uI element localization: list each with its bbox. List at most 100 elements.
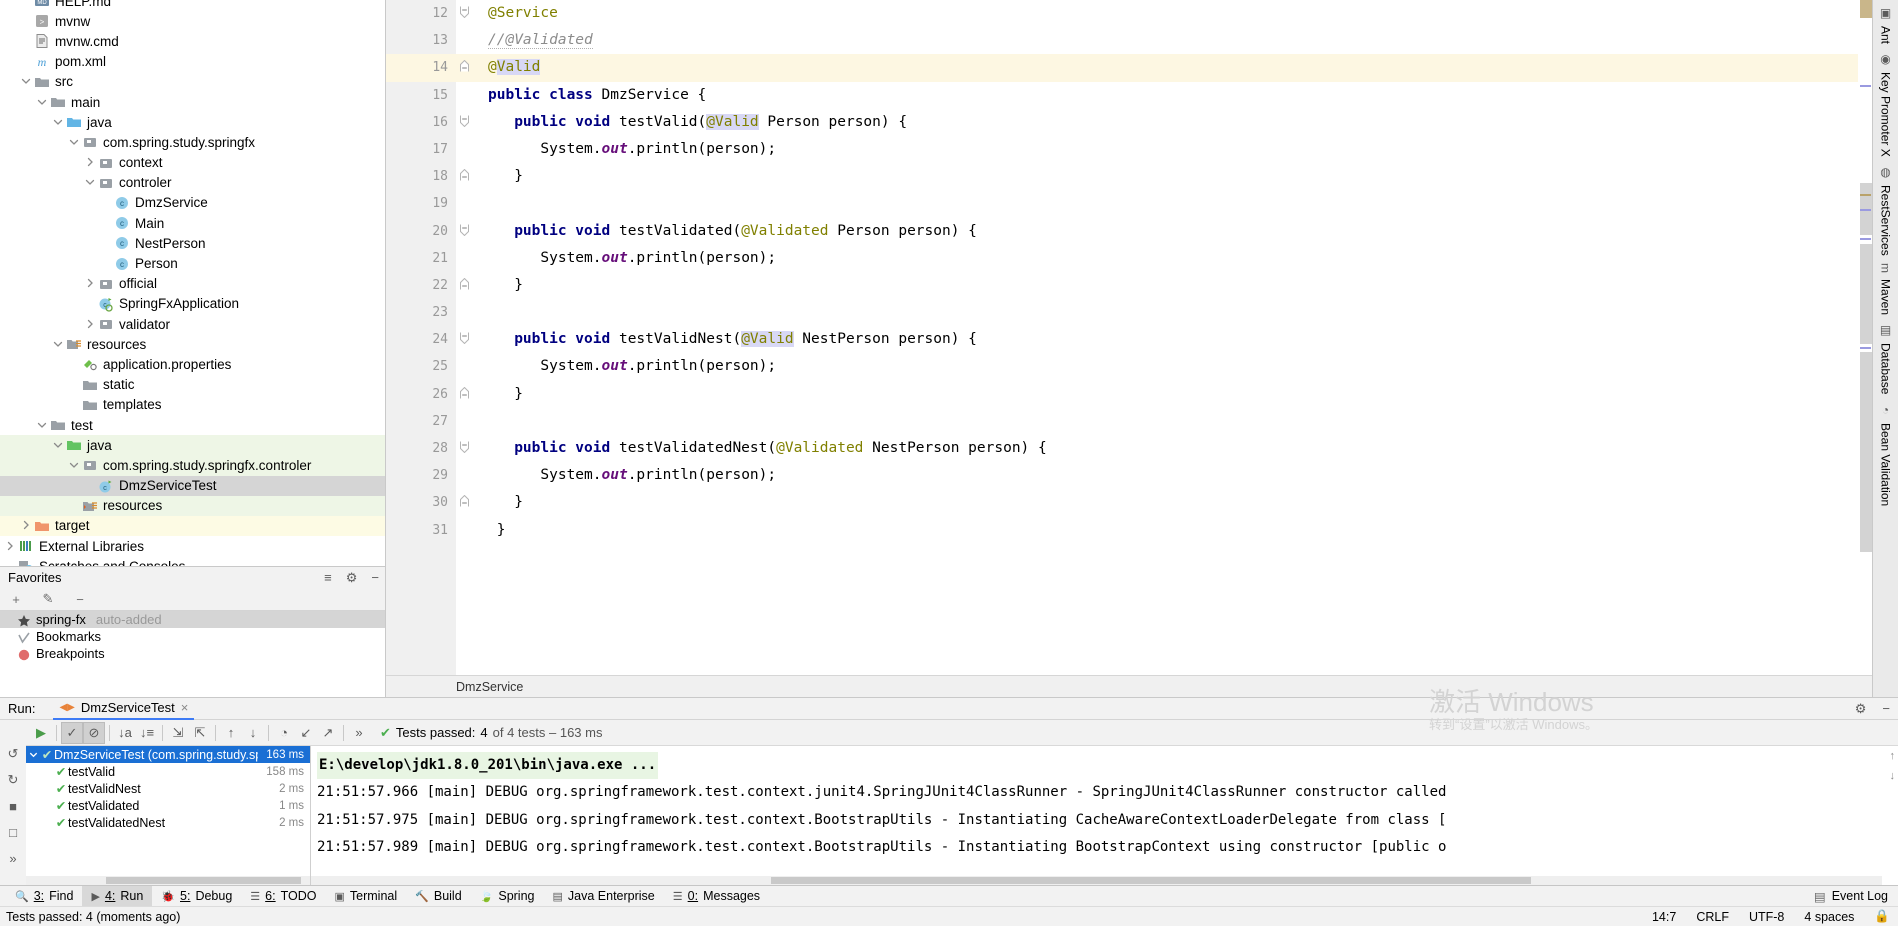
chevron-right-icon[interactable] bbox=[20, 519, 33, 532]
editor-line-number[interactable]: 23 bbox=[386, 299, 456, 326]
bottom-tab-messages[interactable]: ☰ 0: Messages bbox=[664, 886, 769, 907]
editor-code-line[interactable]: public void testValidated(@Validated Per… bbox=[476, 218, 1858, 245]
fold-cell[interactable] bbox=[456, 517, 476, 544]
project-tree-item[interactable]: main bbox=[0, 92, 385, 112]
project-tree-item[interactable]: MD HELP.md bbox=[0, 0, 385, 11]
scroll-up-icon[interactable]: ↑ bbox=[1890, 750, 1896, 762]
project-tree-item[interactable]: validator bbox=[0, 314, 385, 334]
test-tree-row[interactable]: ✔ testValidNest 2 ms bbox=[26, 780, 310, 797]
indent-setting[interactable]: 4 spaces bbox=[1804, 910, 1854, 924]
chevron-right-icon[interactable] bbox=[84, 277, 97, 290]
history-button[interactable]: ◔ bbox=[273, 722, 295, 744]
fold-cell[interactable] bbox=[456, 245, 476, 272]
fold-cell[interactable] bbox=[456, 54, 476, 82]
next-failed-button[interactable]: ↓ bbox=[242, 722, 264, 744]
run-side-toolbar[interactable]: ↺ ↻ ■ □ » bbox=[0, 720, 26, 885]
editor-code-line[interactable]: @Valid bbox=[476, 54, 1858, 82]
chevron-down-icon[interactable] bbox=[52, 338, 65, 351]
marker-stripe[interactable] bbox=[1860, 194, 1871, 196]
right-rail-database[interactable]: ▤ Database bbox=[1879, 319, 1893, 398]
fold-cell[interactable] bbox=[456, 163, 476, 190]
fold-cell[interactable] bbox=[456, 82, 476, 109]
expand-panel-icon[interactable]: » bbox=[5, 850, 21, 866]
editor-folding-column[interactable] bbox=[456, 0, 476, 675]
project-tree-item[interactable]: templates bbox=[0, 395, 385, 415]
expand-all-button[interactable]: ⇲ bbox=[167, 722, 189, 744]
fold-marker-icon[interactable] bbox=[459, 115, 470, 127]
scrollbar-thumb-top[interactable] bbox=[1860, 0, 1872, 18]
show-passed-toggle[interactable]: ✓ bbox=[61, 721, 83, 744]
test-tree-row[interactable]: ✔DmzServiceTest (com.spring.study.spring… bbox=[26, 746, 310, 763]
bottom-tab-debug[interactable]: 🐞 5: Debug bbox=[152, 886, 241, 907]
settings-gear-icon[interactable]: ⚙ bbox=[1855, 701, 1867, 717]
project-tree-item[interactable]: test bbox=[0, 415, 385, 435]
fold-cell[interactable] bbox=[456, 435, 476, 462]
chevron-down-icon[interactable] bbox=[36, 419, 49, 432]
fold-cell[interactable] bbox=[456, 353, 476, 380]
project-tree-item[interactable]: java bbox=[0, 435, 385, 456]
favorites-item[interactable]: Bookmarks bbox=[0, 628, 385, 645]
fold-cell[interactable] bbox=[456, 27, 476, 54]
editor-code-line[interactable]: System.out.println(person); bbox=[476, 245, 1858, 272]
fold-cell[interactable] bbox=[456, 109, 476, 136]
project-tree-item[interactable]: com.spring.study.springfx.controler bbox=[0, 455, 385, 476]
chevron-down-icon[interactable] bbox=[52, 116, 65, 129]
editor-code-line[interactable]: System.out.println(person); bbox=[476, 353, 1858, 380]
editor-code-line[interactable]: } bbox=[476, 163, 1858, 190]
fold-cell[interactable] bbox=[456, 218, 476, 245]
editor-line-number[interactable]: 16 bbox=[386, 109, 456, 136]
fold-cell[interactable] bbox=[456, 381, 476, 408]
project-tree-item[interactable]: resources bbox=[0, 334, 385, 354]
bottom-tab-todo[interactable]: ☰ 6: TODO bbox=[241, 886, 325, 907]
settings-gear-icon[interactable]: ⚙ bbox=[346, 570, 358, 586]
rerun-icon[interactable]: ↺ bbox=[5, 746, 21, 762]
fold-cell[interactable] bbox=[456, 299, 476, 326]
editor-line-number[interactable]: 15c bbox=[386, 82, 474, 109]
editor-line-number[interactable]: 22 bbox=[386, 272, 456, 299]
chevron-down-icon[interactable] bbox=[26, 749, 40, 760]
test-tree-row[interactable]: ✔ testValidated 1 ms bbox=[26, 797, 310, 814]
chevron-down-icon[interactable] bbox=[68, 459, 81, 472]
import-results-button[interactable]: ↙ bbox=[295, 722, 317, 744]
chevron-right-icon[interactable] bbox=[84, 318, 97, 331]
project-tree-item[interactable]: c Main bbox=[0, 213, 385, 233]
editor-code-line[interactable]: System.out.println(person); bbox=[476, 462, 1858, 489]
scrollbar-thumb-3[interactable] bbox=[1860, 352, 1872, 552]
project-tree-item[interactable]: Scratches and Consoles bbox=[0, 556, 385, 566]
fold-marker-icon[interactable] bbox=[459, 60, 470, 72]
favorites-list[interactable]: spring-fx auto-added Bookmarks Breakpoints bbox=[0, 611, 385, 697]
line-separator[interactable]: CRLF bbox=[1696, 910, 1729, 924]
fold-cell[interactable] bbox=[456, 190, 476, 217]
edit-icon[interactable]: ✎ bbox=[40, 591, 56, 607]
marker-stripe[interactable] bbox=[1860, 209, 1871, 211]
event-log-label[interactable]: Event Log bbox=[1832, 889, 1888, 903]
editor-line-number[interactable]: 24 bbox=[386, 326, 456, 353]
right-rail-ant[interactable]: ▣ Ant bbox=[1879, 2, 1893, 48]
editor-code-line[interactable]: System.out.println(person); bbox=[476, 136, 1858, 163]
fold-marker-icon[interactable] bbox=[459, 495, 470, 507]
chevron-down-icon[interactable] bbox=[84, 176, 97, 189]
project-tree-item[interactable]: c DmzServiceTest bbox=[0, 475, 385, 496]
editor-body[interactable]: 12 13 14 15c 16 17 18 19 20 21 22 23 24 25 26 27 28 29 30 3… bbox=[386, 0, 1872, 675]
editor-code-line[interactable]: public void testValidNest(@Valid NestPer… bbox=[476, 326, 1858, 353]
editor-line-number[interactable]: 17 bbox=[386, 136, 456, 163]
project-tree-item[interactable]: official bbox=[0, 274, 385, 294]
bottom-tab-build[interactable]: 🔨 Build bbox=[406, 886, 471, 907]
collapse-all-button[interactable]: ⇱ bbox=[189, 722, 211, 744]
editor-line-number[interactable]: 29 bbox=[386, 462, 456, 489]
project-tree-item[interactable]: c SpringFxApplication bbox=[0, 294, 385, 314]
editor-code-line[interactable]: public void testValidatedNest(@Validated… bbox=[476, 435, 1858, 462]
fold-cell[interactable] bbox=[456, 136, 476, 163]
rerun-failed-icon[interactable]: ↻ bbox=[5, 772, 21, 788]
editor-code-line[interactable]: @Service bbox=[476, 0, 1858, 27]
test-results-tree[interactable]: ✔DmzServiceTest (com.spring.study.spring… bbox=[26, 746, 311, 885]
fold-marker-icon[interactable] bbox=[459, 6, 470, 18]
right-rail-maven[interactable]: m Maven bbox=[1879, 259, 1893, 319]
editor-code-line[interactable] bbox=[476, 190, 1858, 217]
project-tree-item[interactable]: controler bbox=[0, 173, 385, 193]
file-encoding[interactable]: UTF-8 bbox=[1749, 910, 1784, 924]
test-tree-hscrollbar[interactable] bbox=[26, 876, 310, 885]
marker-stripe[interactable] bbox=[1860, 238, 1871, 240]
collapse-all-icon[interactable]: ≡ bbox=[324, 570, 332, 585]
caret-position[interactable]: 14:7 bbox=[1652, 910, 1676, 924]
